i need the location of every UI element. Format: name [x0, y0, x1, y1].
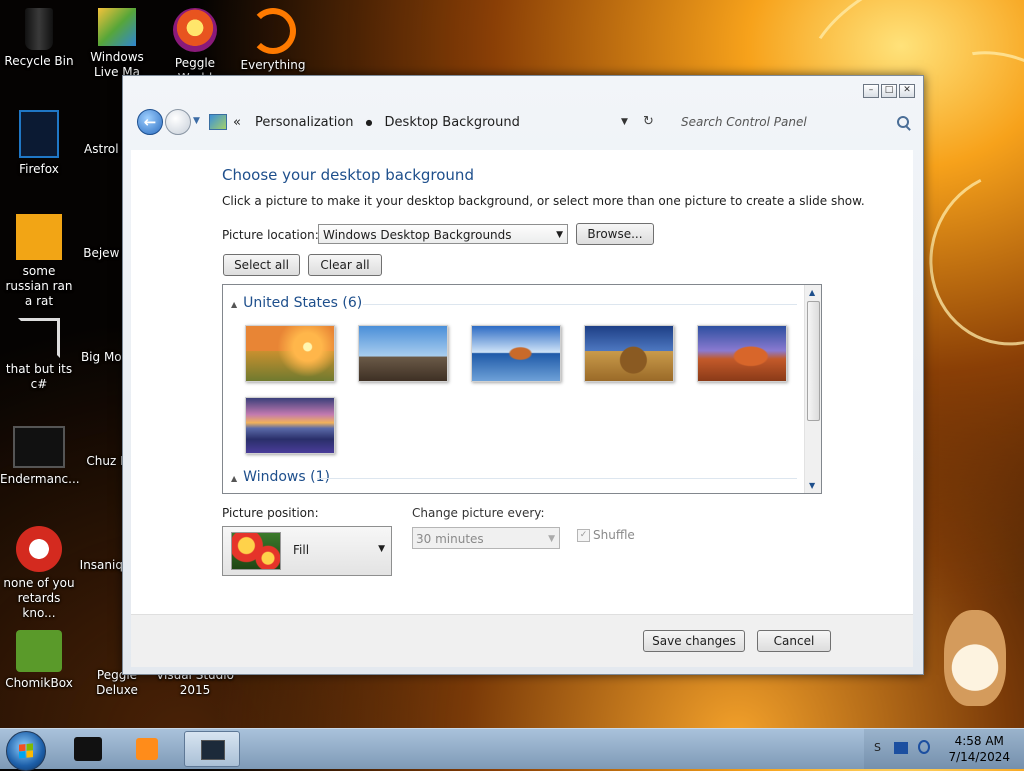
taskbar-item-recycle-bin[interactable]: [60, 731, 116, 767]
caption-buttons: – □ ✕: [863, 84, 915, 98]
control-panel-icon: [201, 740, 225, 760]
dropdown-arrow-icon: ▼: [556, 230, 563, 240]
media-player-icon: [136, 738, 158, 760]
chomikbox-icon: [16, 630, 62, 672]
change-picture-interval-select[interactable]: 30 minutes ▼: [412, 527, 560, 549]
breadcrumb-personalization[interactable]: Personalization: [255, 115, 354, 130]
shortcut-icon: [18, 318, 60, 358]
taskbar-item-media-player[interactable]: [120, 731, 176, 767]
search-app-icon: [250, 8, 296, 54]
collapse-triangle-icon: ▲: [231, 300, 238, 309]
dropdown-arrow-icon: ▼: [378, 544, 385, 554]
address-history-dropdown-icon[interactable]: ▼: [621, 117, 628, 127]
desktop-icon-none-of-you[interactable]: none of you retards kno...: [0, 526, 78, 621]
desktop-icon-recycle-bin[interactable]: Recycle Bin: [0, 8, 78, 69]
group-header-windows[interactable]: ▲ Windows (1): [231, 469, 330, 485]
thumbnail-lupine-lake[interactable]: [245, 397, 335, 454]
maximize-button[interactable]: □: [881, 84, 897, 98]
search-input[interactable]: Search Control Panel: [677, 111, 921, 133]
network-icon[interactable]: [894, 742, 908, 754]
clock-time: 4:58 AM: [954, 734, 1004, 748]
search-icon[interactable]: [897, 116, 909, 128]
dialog-footer: Save changes Cancel: [131, 614, 913, 667]
program-icon: [16, 526, 62, 572]
minimize-button[interactable]: –: [863, 84, 879, 98]
group-divider: [317, 478, 797, 479]
program-icon: [13, 426, 65, 468]
desktop-icon-chomikbox[interactable]: ChomikBox: [0, 630, 78, 691]
breadcrumb-overflow[interactable]: «: [233, 115, 241, 130]
interval-value: 30 minutes: [416, 532, 484, 546]
recent-pages-dropdown-icon[interactable]: ▼: [193, 116, 200, 126]
control-panel-icon: [209, 114, 227, 130]
page-description: Click a picture to make it your desktop …: [222, 194, 865, 208]
picture-position-value: Fill: [293, 543, 310, 557]
taskbar-item-control-panel[interactable]: [184, 731, 240, 767]
page-title: Choose your desktop background: [222, 166, 474, 184]
desktop-icon-that-but-csharp[interactable]: that but its c#: [0, 318, 78, 392]
thumbnail-hay-bale[interactable]: [584, 325, 674, 382]
thumbnail-sunset-meadow[interactable]: [245, 325, 335, 382]
picture-gallery[interactable]: ▲ United States (6) ▲ Windows (1) ▲ ▼: [222, 284, 822, 494]
desktop-background-window: – □ ✕ ← ▼ « Personalization ● Desktop Ba…: [122, 75, 924, 675]
group-divider: [363, 304, 797, 305]
desktop-icon-windows-live[interactable]: Windows Live Ma: [78, 8, 156, 80]
recycle-bin-icon: [74, 737, 102, 761]
position-preview-image: [231, 532, 281, 570]
breadcrumb-separator-icon: ●: [365, 117, 373, 127]
peggle-icon: [173, 8, 217, 52]
clock[interactable]: 4:58 AM 7/14/2024: [948, 733, 1010, 765]
notification-area: S 4:58 AM 7/14/2024: [864, 729, 1024, 769]
thumbnail-delicate-arch[interactable]: [697, 325, 787, 382]
scroll-up-arrow-icon[interactable]: ▲: [809, 288, 815, 297]
picture-position-select[interactable]: Fill ▼: [222, 526, 392, 576]
desktop-icon-endermanc[interactable]: Endermanc...: [0, 426, 80, 487]
save-changes-button[interactable]: Save changes: [643, 630, 745, 652]
desktop-icon-everything[interactable]: Everything: [234, 8, 312, 73]
gallery-scrollbar[interactable]: ▲ ▼: [804, 285, 821, 493]
scroll-down-arrow-icon[interactable]: ▼: [809, 481, 815, 490]
thumbnail-lighthouse[interactable]: [358, 325, 448, 382]
program-icon: [16, 214, 62, 260]
browse-button[interactable]: Browse...: [576, 223, 654, 245]
windows-logo-icon: [19, 743, 33, 759]
desktop-icon-russian-rat[interactable]: some russian ran a rat: [0, 214, 78, 309]
recycle-bin-icon: [25, 8, 53, 50]
picture-location-label: Picture location:: [222, 228, 319, 242]
navigation-bar: ← ▼ « Personalization ● Desktop Backgrou…: [129, 104, 917, 142]
address-bar[interactable]: « Personalization ● Desktop Background: [209, 110, 659, 134]
change-picture-label: Change picture every:: [412, 506, 545, 520]
tray-text: S: [874, 741, 881, 754]
firefox-icon: [19, 110, 59, 158]
dropdown-arrow-icon: ▼: [548, 534, 555, 544]
clock-date: 7/14/2024: [948, 750, 1010, 764]
group-header-united-states[interactable]: ▲ United States (6): [231, 295, 362, 311]
shuffle-label: Shuffle: [593, 528, 635, 542]
back-button[interactable]: ←: [137, 109, 163, 135]
windows-live-icon: [98, 8, 136, 46]
picture-location-value: Windows Desktop Backgrounds: [323, 228, 512, 242]
clear-all-button[interactable]: Clear all: [308, 254, 382, 276]
cancel-button[interactable]: Cancel: [757, 630, 831, 652]
desktop-icon-firefox[interactable]: Firefox: [0, 110, 78, 177]
taskbar: S 4:58 AM 7/14/2024: [0, 728, 1024, 771]
close-button[interactable]: ✕: [899, 84, 915, 98]
select-all-button[interactable]: Select all: [223, 254, 300, 276]
collapse-triangle-icon: ▲: [231, 474, 238, 483]
picture-location-select[interactable]: Windows Desktop Backgrounds ▼: [318, 224, 568, 244]
shuffle-checkbox[interactable]: ✓ Shuffle: [577, 528, 635, 542]
scroll-thumb[interactable]: [807, 301, 820, 421]
forward-button[interactable]: [165, 109, 191, 135]
picture-position-label: Picture position:: [222, 506, 319, 520]
checkbox-check-icon: ✓: [577, 529, 590, 542]
content-pane: Choose your desktop background Click a p…: [131, 150, 913, 614]
start-button[interactable]: [6, 731, 46, 771]
thumbnail-rock-lake[interactable]: [471, 325, 561, 382]
volume-icon[interactable]: [918, 740, 930, 754]
breadcrumb-desktop-background[interactable]: Desktop Background: [385, 115, 520, 130]
refresh-icon[interactable]: ↻: [643, 114, 654, 129]
hamster-gadget-icon: [944, 610, 1006, 706]
